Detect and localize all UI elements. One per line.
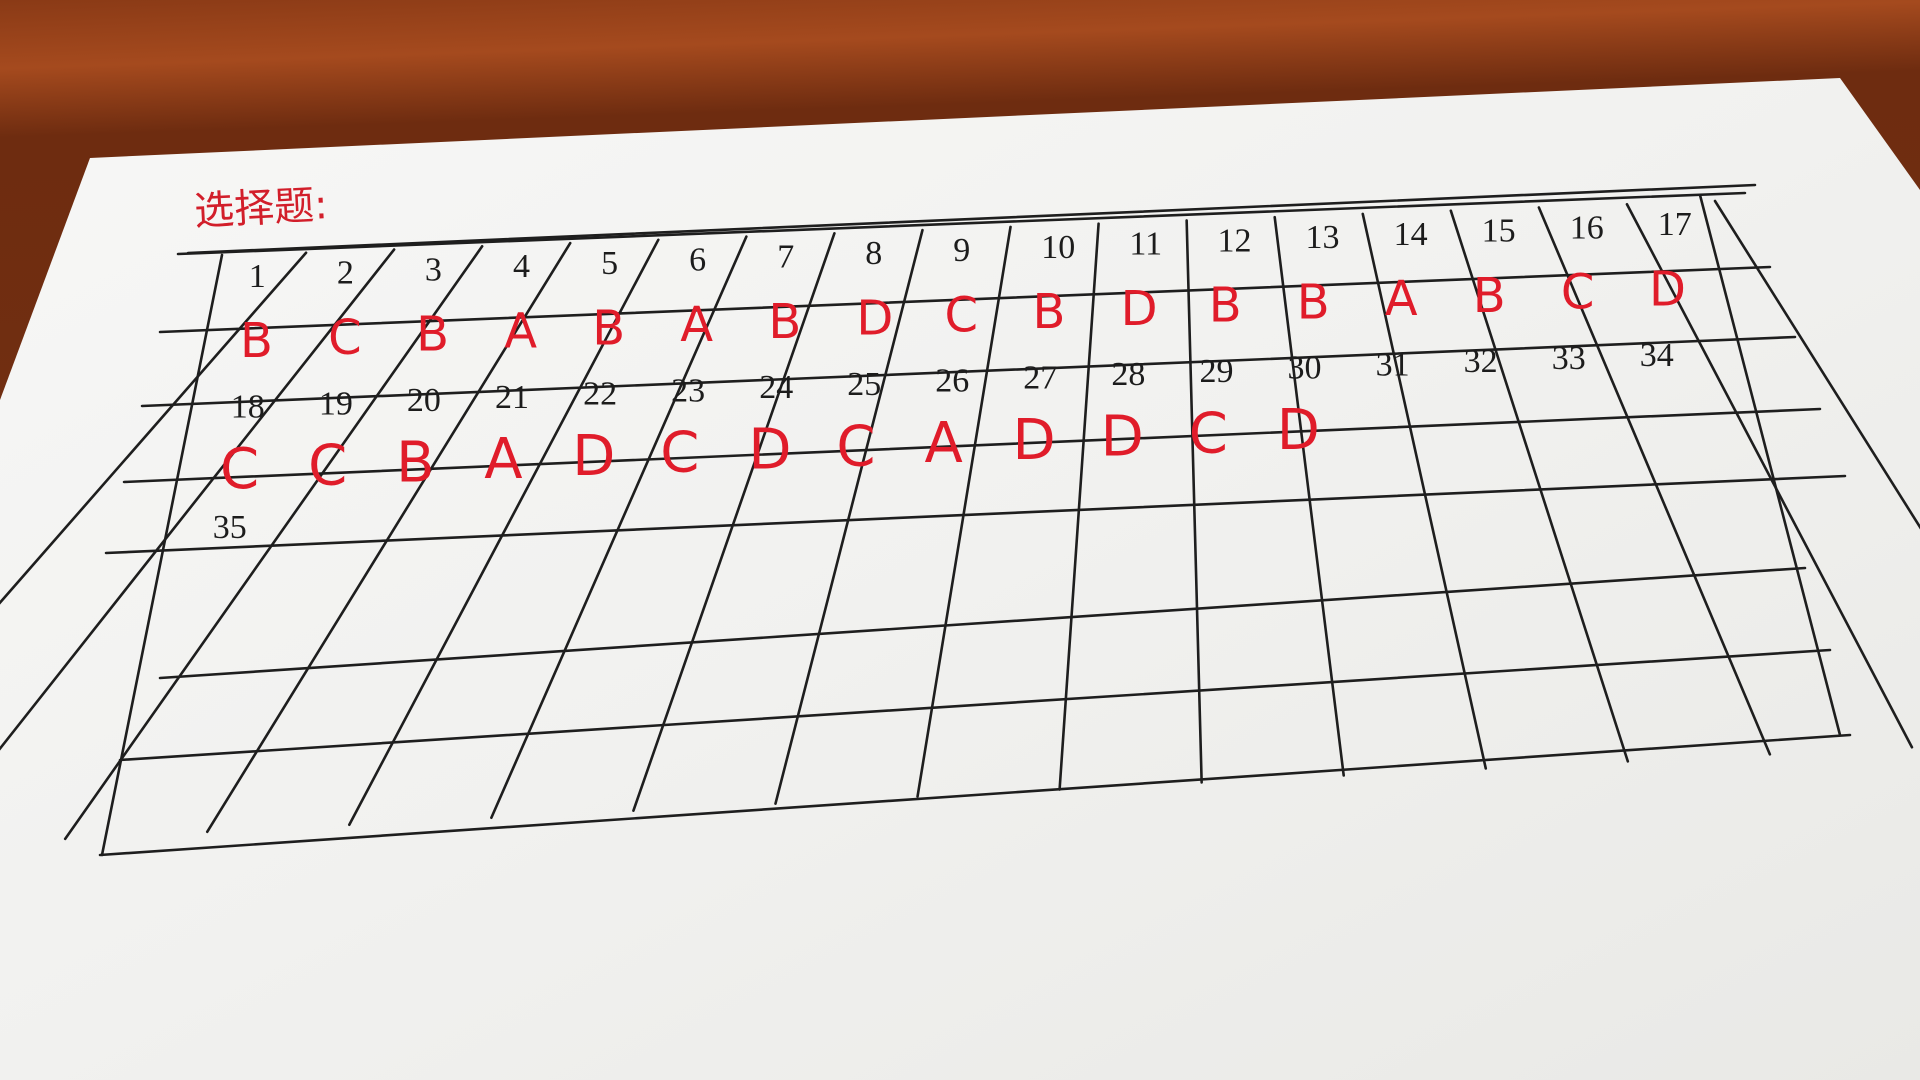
question-number: 9 — [953, 232, 970, 269]
answer-letter: A — [680, 297, 713, 353]
question-number: 17 — [1658, 206, 1692, 243]
answer-letter: B — [1033, 284, 1066, 340]
question-number: 35 — [213, 509, 247, 546]
answer-letter: B — [1209, 278, 1242, 334]
question-number: 13 — [1306, 219, 1340, 256]
question-number: 26 — [935, 363, 969, 400]
question-number: 3 — [425, 251, 442, 288]
question-number: 22 — [583, 376, 617, 413]
question-number: 2 — [337, 255, 354, 292]
question-number: 24 — [759, 369, 793, 406]
question-number: 33 — [1552, 340, 1586, 377]
question-number: 11 — [1129, 226, 1162, 263]
question-number: 31 — [1376, 347, 1410, 384]
question-number: 20 — [407, 382, 441, 419]
question-number: 18 — [231, 389, 265, 426]
answer-letter: B — [1297, 274, 1330, 330]
question-number: 25 — [847, 366, 881, 403]
question-number: 19 — [319, 385, 353, 422]
answer-letter: A — [504, 304, 537, 360]
answer-letter: B — [592, 300, 625, 356]
question-number: 5 — [601, 245, 618, 282]
answer-letter: B — [396, 431, 434, 496]
answer-letter: D — [856, 291, 893, 347]
answer-letter: B — [1473, 268, 1506, 324]
question-number: 21 — [495, 379, 529, 416]
question-number: 27 — [1023, 359, 1057, 396]
question-number: 32 — [1464, 343, 1498, 380]
answer-letter: D — [1121, 281, 1158, 337]
answer-letter: D — [1013, 408, 1056, 473]
question-number: 29 — [1200, 353, 1234, 390]
question-number: 1 — [249, 258, 266, 295]
question-number: 8 — [865, 235, 882, 272]
answer-letter: D — [1649, 261, 1686, 317]
answer-letter: D — [748, 418, 791, 483]
question-number: 23 — [671, 372, 705, 409]
answer-letter: C — [836, 414, 875, 479]
answer-letter: C — [660, 421, 699, 486]
question-number: 34 — [1640, 337, 1674, 374]
answer-letter: A — [484, 427, 522, 492]
answer-letter: C — [328, 310, 362, 366]
question-number: 7 — [777, 239, 794, 276]
answer-letter: C — [308, 434, 347, 499]
answer-letter: A — [925, 411, 963, 476]
answer-letter: D — [1277, 398, 1320, 463]
answer-letter: B — [240, 313, 273, 369]
answer-letter: D — [1101, 405, 1144, 470]
answer-letter: D — [572, 424, 615, 489]
question-number: 16 — [1570, 209, 1604, 246]
answer-letter: B — [768, 294, 801, 350]
answer-letter: C — [1189, 401, 1228, 466]
sheet-title: 选择题: — [193, 182, 329, 235]
question-number: 6 — [689, 242, 706, 279]
answer-letter: A — [1385, 271, 1418, 327]
question-number: 4 — [513, 248, 530, 285]
photo-scene: 选择题: 1 2 3 4 5 6 7 8 9 10 11 12 13 14 15 16 17B C B A B A B D C B… — [0, 78, 1920, 1080]
question-number: 10 — [1041, 229, 1075, 266]
question-number: 15 — [1482, 213, 1516, 250]
answer-letter: C — [1561, 265, 1595, 321]
question-number: 30 — [1288, 350, 1322, 387]
question-number: 14 — [1394, 216, 1428, 253]
question-number: 28 — [1111, 356, 1145, 393]
answer-letter: B — [416, 307, 449, 363]
question-number: 12 — [1218, 222, 1252, 259]
answer-letter: C — [220, 437, 259, 502]
answer-letter: C — [945, 287, 979, 343]
